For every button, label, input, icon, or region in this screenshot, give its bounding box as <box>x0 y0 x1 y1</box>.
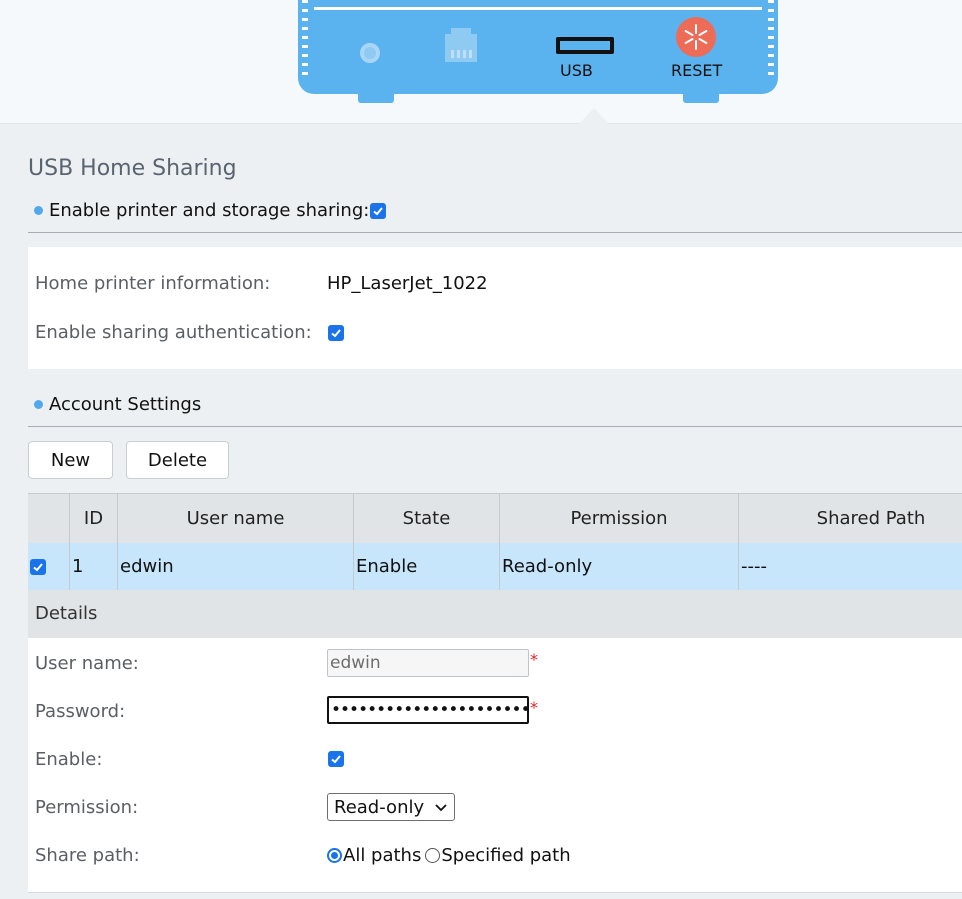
column-header-permission: Permission <box>500 494 739 543</box>
table-header: ID User name State Permission Shared Pat… <box>28 493 962 543</box>
select-column-header <box>28 494 70 543</box>
router-illustration: USB RESET <box>298 0 778 94</box>
username-input[interactable]: edwin <box>327 649 529 677</box>
sharepath-options: All paths Specified path <box>327 845 571 866</box>
vent-left <box>302 0 308 78</box>
printer-info-label: Home printer information: <box>35 273 271 294</box>
details-panel: User name: edwin * Password: •••••••••••… <box>28 638 962 893</box>
delete-button[interactable]: Delete <box>126 441 229 479</box>
radio-specified-path-label[interactable]: Specified path <box>441 845 570 866</box>
username-label: User name: <box>35 653 139 674</box>
required-mark: * <box>530 698 538 717</box>
details-header: Details <box>28 590 962 638</box>
printer-panel: Home printer information: HP_LaserJet_10… <box>28 247 962 369</box>
power-led-icon <box>360 43 380 63</box>
enable-sharing-checkbox[interactable] <box>370 202 387 219</box>
column-header-id: ID <box>70 494 118 543</box>
chevron-down-icon <box>435 804 447 812</box>
password-label: Password: <box>35 701 126 722</box>
reset-label: RESET <box>671 61 723 80</box>
column-header-username: User name <box>118 494 354 543</box>
enable-account-checkbox[interactable] <box>328 751 344 767</box>
permission-label: Permission: <box>35 797 139 818</box>
page-title: USB Home Sharing <box>28 156 237 181</box>
permission-select[interactable]: Read-only <box>327 793 455 821</box>
device-foot-left <box>358 93 394 103</box>
required-mark: * <box>530 650 538 669</box>
row-username: edwin <box>118 543 354 590</box>
divider <box>28 426 962 427</box>
row-state: Enable <box>354 543 500 590</box>
row-shared-path: ---- <box>741 556 767 577</box>
permission-select-value: Read-only <box>334 796 425 818</box>
details-title: Details <box>35 603 98 624</box>
enable-label: Enable: <box>35 749 103 770</box>
radio-specified-path[interactable] <box>425 848 441 863</box>
account-settings-header: Account Settings <box>28 394 201 415</box>
device-banner: USB RESET <box>0 0 962 125</box>
new-button[interactable]: New <box>28 441 113 479</box>
ethernet-port-icon <box>445 28 477 62</box>
bullet-icon <box>34 206 43 215</box>
radio-all-paths-label[interactable]: All paths <box>343 845 421 866</box>
account-settings-label: Account Settings <box>49 394 202 415</box>
bullet-icon <box>34 400 43 409</box>
usb-label: USB <box>560 61 593 80</box>
row-permission: Read-only <box>500 543 739 590</box>
usb-port-icon <box>556 37 614 54</box>
radio-all-paths[interactable] <box>327 848 342 863</box>
enable-sharing-row: Enable printer and storage sharing: <box>28 200 387 221</box>
row-checkbox[interactable] <box>30 558 46 575</box>
printer-info-value: HP_LaserJet_1022 <box>327 273 488 294</box>
sharepath-label: Share path: <box>35 845 140 866</box>
row-id: 1 <box>70 543 118 590</box>
auth-label: Enable sharing authentication: <box>35 322 312 343</box>
row-select-cell <box>28 543 70 590</box>
auth-checkbox[interactable] <box>328 325 344 341</box>
column-header-state: State <box>354 494 500 543</box>
password-input[interactable]: ••••••••••••••••••••••••• <box>327 696 529 724</box>
column-header-shared-path: Shared Path <box>816 508 926 529</box>
device-foot-right <box>683 93 719 103</box>
vent-right <box>768 0 774 78</box>
divider <box>28 232 962 233</box>
enable-sharing-label: Enable printer and storage sharing: <box>49 200 370 221</box>
table-row[interactable]: 1 edwin Enable Read-only ---- <box>28 543 962 590</box>
reset-button-icon <box>676 17 716 57</box>
